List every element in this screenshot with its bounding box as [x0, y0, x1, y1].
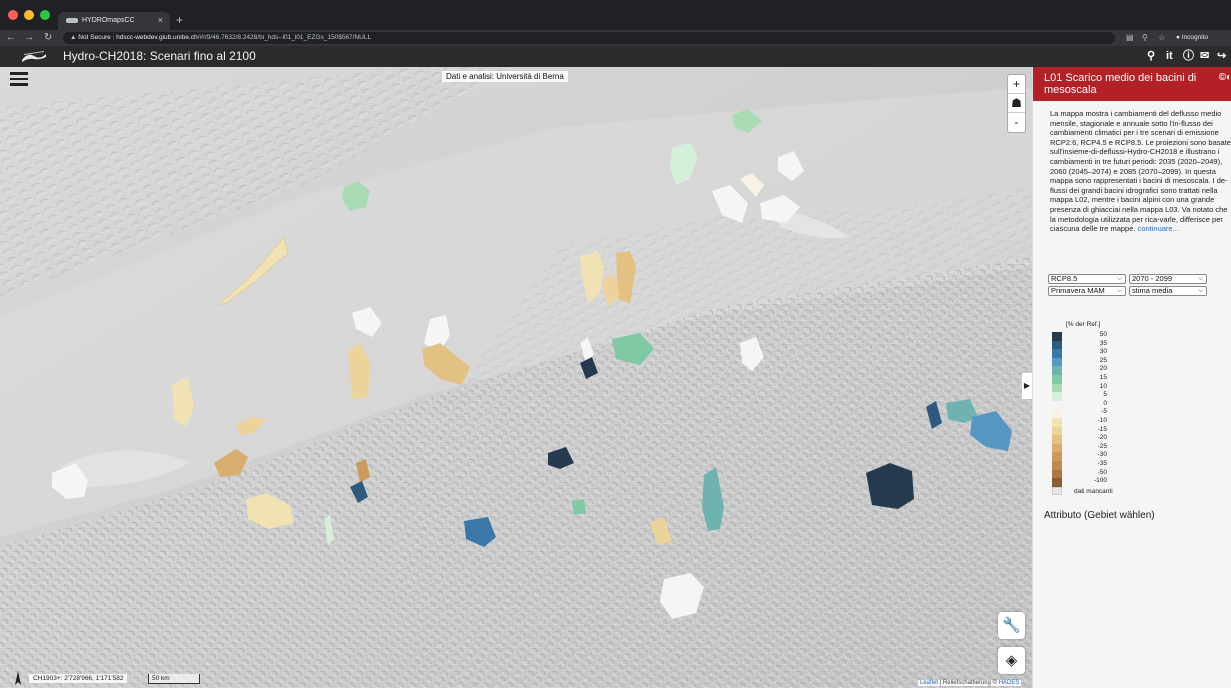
panel-toggle-chevron-icon[interactable]: ▶: [1022, 373, 1032, 399]
legend-label: 25: [1099, 356, 1107, 364]
legend-label: -100: [1093, 477, 1107, 485]
legend-label: 35: [1099, 339, 1107, 347]
season-select[interactable]: Primavera MAM ⌵: [1048, 286, 1126, 296]
switzerland-home-icon[interactable]: ☗: [1008, 94, 1025, 113]
legend-label: 5: [1103, 391, 1107, 399]
legend-missing-swatch: [1052, 487, 1062, 495]
tab-close-icon[interactable]: ×: [158, 15, 163, 25]
coordinate-readout: CH1903+: 2'728'966, 1'171'582: [29, 674, 128, 683]
bookmark-star-icon[interactable]: ☆: [1158, 32, 1165, 44]
relief-attribution: | Reliefschattierung ©: [938, 680, 998, 686]
url-path: /#!/9/46.7632/8.2428/bi_hds--l01_l01_EZG…: [197, 34, 372, 41]
period-value: 2070 - 2099: [1132, 274, 1173, 283]
security-label: Not Secure: [78, 34, 111, 41]
legend-label: -30: [1097, 451, 1107, 459]
legend-label: 20: [1099, 365, 1107, 373]
leaflet-link[interactable]: Leaflet: [920, 680, 938, 686]
copyright-icon[interactable]: ©◐: [1219, 72, 1231, 84]
browser-tab-bar: HYDROmapsCC × +: [0, 0, 1231, 30]
url-host: hdscc-webdev.giub.unibe.ch: [116, 34, 198, 41]
reader-icon[interactable]: ▤: [1126, 32, 1134, 44]
estimate-value: stima media: [1132, 286, 1173, 295]
legend-label: -5: [1101, 408, 1107, 416]
legend-label: 0: [1103, 399, 1107, 407]
app-logo-icon: [22, 51, 46, 62]
zoom-control: + ☗ -: [1007, 74, 1026, 133]
data-attribution: Dati e analisi: Università di Berna: [442, 71, 568, 82]
url-field[interactable]: ▲ Not Secure | hdscc-webdev.giub.unibe.c…: [63, 32, 1115, 44]
panel-description: La mappa mostra i cambiamenti del deflus…: [1050, 109, 1231, 234]
tab-title: HYDROmapsCC: [82, 17, 135, 24]
chevron-down-icon: ⌵: [1117, 275, 1122, 282]
language-switch[interactable]: it: [1166, 49, 1173, 64]
attribute-title: Attributo (Gebiet wählen): [1044, 510, 1155, 521]
description-text: La mappa mostra i cambiamenti del deflus…: [1050, 109, 1231, 234]
hades-link[interactable]: HADES: [999, 680, 1020, 686]
favicon-icon: [66, 18, 78, 23]
window-minimize-dot[interactable]: [24, 10, 34, 20]
share-icon[interactable]: ↪: [1217, 49, 1226, 64]
legend-swatch: [1052, 478, 1062, 488]
period-select[interactable]: 2070 - 2099 ⌵: [1129, 274, 1207, 284]
legend-label: 50: [1099, 331, 1107, 338]
map-attribution: Leaflet | Reliefschattierung © HADES: [918, 680, 1022, 686]
legend-label: -35: [1097, 460, 1107, 467]
relief-shading: [0, 67, 1032, 688]
panel-title: L01 Scarico medio dei bacini di mesoscal…: [1044, 72, 1197, 96]
chevron-down-icon: ⌵: [1117, 287, 1122, 294]
map-canvas[interactable]: Dati e analisi: Università di Berna + ☗ …: [0, 67, 1032, 688]
legend-label: 15: [1099, 374, 1107, 381]
chevron-down-icon: ⌵: [1198, 287, 1203, 294]
zoom-in-button[interactable]: +: [1008, 75, 1025, 94]
browser-address-bar: ← → ↻ ▲ Not Secure | hdscc-webdev.giub.u…: [0, 30, 1231, 46]
forward-icon[interactable]: →: [24, 32, 34, 44]
zoom-out-button[interactable]: -: [1008, 113, 1025, 132]
scenario-select[interactable]: RCP8.5 ⌵: [1048, 274, 1126, 284]
legend-label: -50: [1097, 468, 1107, 476]
legend-label: -20: [1097, 434, 1107, 442]
continue-link[interactable]: continuare...: [1138, 224, 1179, 233]
info-icon[interactable]: ⓘ: [1183, 49, 1194, 64]
tools-wrench-icon[interactable]: 🔧: [998, 612, 1025, 639]
scale-bar: 50 km: [148, 674, 200, 684]
warning-icon: ▲: [70, 34, 77, 41]
legend-label: -10: [1097, 417, 1107, 424]
north-arrow-icon: [15, 671, 21, 685]
legend-label: -15: [1097, 425, 1107, 433]
legend-label: -25: [1097, 442, 1107, 450]
legend-missing-label: dati mancanti: [1074, 488, 1113, 495]
page-title: Hydro-CH2018: Scenari fino al 2100: [63, 49, 256, 63]
scenario-value: RCP8.5: [1051, 274, 1078, 283]
legend-label: 30: [1099, 348, 1107, 356]
window-close-dot[interactable]: [8, 10, 18, 20]
panel-header: L01 Scarico medio dei bacini di mesoscal…: [1033, 67, 1231, 101]
search-icon[interactable]: ⚲: [1147, 49, 1155, 64]
incognito-label: Incognito: [1181, 34, 1209, 41]
app-header: Hydro-CH2018: Scenari fino al 2100 ⚲ it …: [0, 46, 1231, 67]
legend-label: 10: [1099, 382, 1107, 390]
reload-icon[interactable]: ↻: [44, 32, 52, 44]
legend-title: [% der Ref.]: [1066, 321, 1101, 328]
chevron-down-icon: ⌵: [1198, 275, 1203, 282]
mail-icon[interactable]: ✉: [1200, 49, 1209, 64]
incognito-icon: ●: [1176, 34, 1180, 41]
season-value: Primavera MAM: [1051, 286, 1105, 295]
back-icon[interactable]: ←: [6, 32, 16, 44]
incognito-badge[interactable]: ● Incognito: [1176, 32, 1208, 44]
zoom-icon[interactable]: ⚲: [1142, 32, 1148, 44]
window-maximize-dot[interactable]: [40, 10, 50, 20]
menu-hamburger-icon[interactable]: [10, 72, 28, 87]
layers-icon[interactable]: ◈: [998, 647, 1025, 674]
estimate-select[interactable]: stima media ⌵: [1129, 286, 1207, 296]
browser-tab[interactable]: HYDROmapsCC ×: [58, 12, 170, 30]
new-tab-button[interactable]: +: [176, 13, 183, 27]
